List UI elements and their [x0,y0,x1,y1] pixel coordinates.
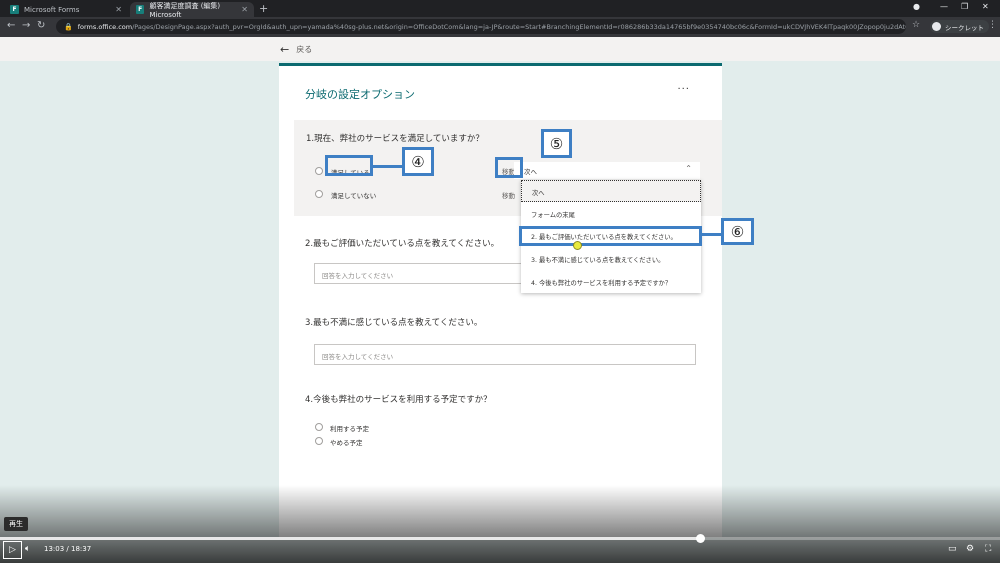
page-title: 分岐の設定オプション [305,88,415,101]
browser-toolbar: ← → ↻ 🔒 forms.office.com /Pages/DesignPa… [0,17,1000,37]
option-label: 利用する予定 [330,425,369,433]
question-3-title: 3.最も不満に感じている点を教えてください。 [305,318,483,328]
dropdown-item-q4[interactable]: 4. 今後も弊社のサービスを利用する予定ですか？ [521,271,701,293]
tab-title: 顧客満足度調査 (編集) Microsoft [149,1,221,19]
settings-gear-icon[interactable]: ⚙ [966,544,974,554]
radio-button[interactable] [315,437,323,445]
mouse-cursor-icon [573,241,582,250]
annotation-number-6: ⑥ [721,218,754,245]
lock-icon: 🔒 [64,22,73,31]
question-2-title: 2.最もご評価いただいている点を教えてください。 [305,239,500,249]
branching-panel: 分岐の設定オプション ··· 1.現在、弊社のサービスを満足していますか？ 満足… [279,63,722,537]
select-value: 次へ [524,168,537,176]
incognito-badge[interactable]: シークレット [930,20,989,33]
goto-label: 移動 [502,192,515,200]
play-tooltip: 再生 [4,517,28,531]
video-time: 13:03 / 18:37 [44,545,91,553]
option-label-unsatisfied: 満足していない [331,192,377,200]
incognito-label: シークレット [945,23,984,32]
option-label: やめる予定 [330,439,363,447]
highlight-box-option [325,155,373,176]
video-progress-bar[interactable] [0,534,1000,543]
reload-icon[interactable]: ↻ [37,20,45,31]
back-arrow-icon: ← [280,43,290,56]
dropdown-item-next[interactable]: 次へ [521,180,701,202]
annotation-connector [702,233,722,236]
question-1-title: 1.現在、弊社のサービスを満足していますか？ [306,134,484,144]
new-tab-icon[interactable]: + [259,2,268,15]
minimize-icon[interactable]: — [940,2,948,11]
close-tab-icon[interactable]: ✕ [115,5,122,14]
annotation-connector [373,165,403,168]
incognito-icon [932,22,941,31]
more-options-icon[interactable]: ··· [677,84,690,95]
close-tab-icon[interactable]: ✕ [241,5,248,14]
url-host: forms.office.com [77,22,133,31]
volume-icon[interactable]: 🔈︎ [25,544,30,554]
dropdown-item-end-of-form[interactable]: フォームの末尾 [521,203,701,225]
profile-dot-icon[interactable]: ● [913,2,920,11]
browser-tab-1[interactable]: F Microsoft Forms ✕ [4,2,128,17]
chevron-up-icon: ⌃ [685,164,692,173]
radio-button[interactable] [315,167,323,175]
forms-icon: F [136,5,145,14]
forms-icon: F [10,5,19,14]
answer-input-q3[interactable]: 回答を入力してください [314,344,696,365]
address-bar[interactable]: 🔒 forms.office.com /Pages/DesignPage.asp… [56,19,906,34]
back-link[interactable]: ← 戻る [280,43,312,56]
time-separator: / [66,545,69,553]
forward-arrow-icon[interactable]: → [22,20,30,31]
play-icon: ▷ [9,545,16,555]
browser-tab-2[interactable]: F 顧客満足度調査 (編集) Microsoft ✕ [130,1,254,19]
progress-fill [0,537,700,540]
question-4-title: 4.今後も弊社のサービスを利用する予定ですか？ [305,395,492,405]
browser-tabbar: F Microsoft Forms ✕ F 顧客満足度調査 (編集) Micro… [0,0,1000,19]
close-window-icon[interactable]: ✕ [982,2,989,11]
annotation-number-4: ④ [402,147,434,176]
progress-knob[interactable] [696,534,705,543]
radio-button[interactable] [315,190,323,198]
total-time: 18:37 [71,545,92,553]
dropdown-item-q3[interactable]: 3. 最も不満に感じている点を教えてください。 [521,248,701,270]
tab-title: Microsoft Forms [24,5,80,14]
bookmark-star-icon[interactable]: ☆ [912,20,920,30]
player-overlay [0,485,1000,563]
restore-icon[interactable]: ❐ [961,2,968,11]
current-time: 13:03 [44,545,65,553]
branch-target-select[interactable]: 次へ ⌃ [514,162,700,179]
captions-icon[interactable]: ▭ [948,544,957,554]
highlight-box-q2-item [519,226,702,246]
radio-button[interactable] [315,423,323,431]
forms-backbar: ← 戻る [0,37,1000,61]
back-arrow-icon[interactable]: ← [7,20,15,31]
highlight-box-goto [495,157,523,178]
fullscreen-icon[interactable]: ⛶ [985,544,991,554]
browser-menu-icon[interactable]: ⋮ [988,20,997,30]
url-path: /Pages/DesignPage.aspx?auth_pvr=OrgId&au… [132,22,906,31]
play-button[interactable]: ▷ [3,541,22,559]
back-label: 戻る [296,45,313,54]
annotation-number-5: ⑤ [541,129,572,158]
